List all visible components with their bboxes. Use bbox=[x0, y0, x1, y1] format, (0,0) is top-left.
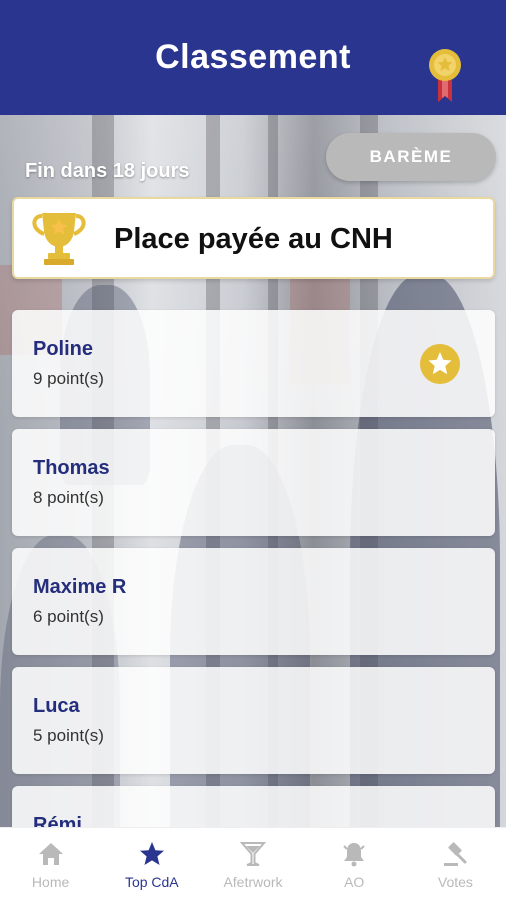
nav-label: AO bbox=[344, 874, 365, 890]
player-name: Maxime R bbox=[33, 576, 127, 598]
ranking-card[interactable]: Maxime R 6 point(s) bbox=[12, 548, 495, 655]
medal-icon[interactable] bbox=[428, 48, 462, 102]
app-header: Classement bbox=[0, 0, 506, 115]
prize-text: Place payée au CNH bbox=[114, 223, 393, 255]
player-points: 8 point(s) bbox=[33, 488, 104, 507]
player-name: Thomas bbox=[33, 457, 110, 479]
player-points: 6 point(s) bbox=[33, 607, 104, 626]
nav-label: Top CdA bbox=[124, 874, 179, 890]
nav-item-top-cda[interactable]: Top CdA bbox=[101, 828, 202, 900]
countdown-text: Fin dans 18 jours bbox=[25, 160, 190, 182]
nav-item-ao[interactable]: AO bbox=[304, 828, 405, 900]
ranking-card[interactable]: Poline 9 point(s) bbox=[12, 310, 495, 417]
star-icon bbox=[139, 842, 164, 865]
home-icon bbox=[38, 843, 63, 865]
ranking-card[interactable]: Thomas 8 point(s) bbox=[12, 429, 495, 536]
bell-icon bbox=[343, 843, 365, 867]
nav-label: Afetrwork bbox=[223, 874, 283, 890]
star-badge-icon bbox=[420, 344, 460, 384]
trophy-icon bbox=[32, 213, 86, 265]
ranking-card[interactable]: Luca 5 point(s) bbox=[12, 667, 495, 774]
gavel-icon bbox=[444, 842, 467, 866]
nav-label: Home bbox=[31, 874, 70, 890]
nav-label: Votes bbox=[437, 874, 473, 890]
cocktail-icon bbox=[239, 842, 267, 866]
player-name: Luca bbox=[33, 695, 80, 717]
player-points: 5 point(s) bbox=[33, 726, 104, 745]
player-points: 9 point(s) bbox=[33, 369, 104, 388]
nav-item-votes[interactable]: Votes bbox=[405, 828, 506, 900]
nav-item-afterwork[interactable]: Afetrwork bbox=[202, 828, 303, 900]
player-name: Poline bbox=[33, 338, 94, 360]
prize-banner: Place payée au CNH bbox=[12, 197, 495, 279]
bottom-nav: Home Top CdA Afetrwork AO Votes bbox=[0, 827, 506, 900]
nav-item-home[interactable]: Home bbox=[0, 828, 101, 900]
page-title: Classement bbox=[155, 38, 351, 76]
bareme-button[interactable]: BARÈME bbox=[326, 133, 496, 181]
